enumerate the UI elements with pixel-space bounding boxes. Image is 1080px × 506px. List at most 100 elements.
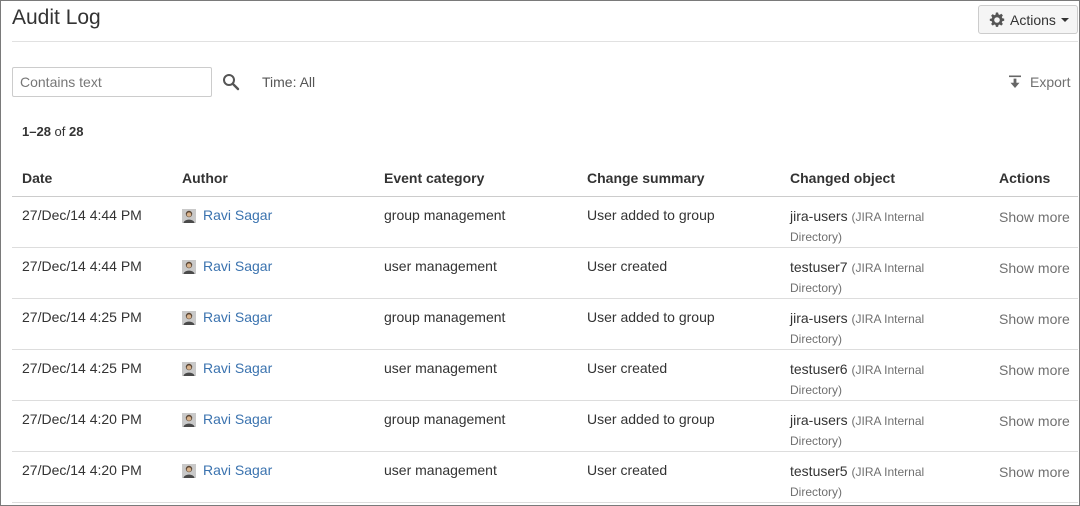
table-row: 27/Dec/14 4:44 PM Ravi Sagar user manage… [12,247,1078,299]
export-label: Export [1030,74,1071,90]
header-divider [12,41,1078,42]
changed-object-name: jira-users [790,310,848,326]
date-cell: 27/Dec/14 4:20 PM [12,400,172,452]
column-header-date[interactable]: Date [12,160,172,197]
author-link[interactable]: Ravi Sagar [203,258,272,274]
author-link[interactable]: Ravi Sagar [203,462,272,478]
changed-object-name: testuser7 [790,259,848,275]
changed-object-directory-cont: Directory) [790,434,843,448]
table-header-row: Date Author Event category Change summar… [12,160,1078,197]
date-cell: 27/Dec/14 4:44 PM [12,196,172,248]
gear-icon [989,12,1005,27]
changed-object-cell: testuser7 (JIRA Internal Directory) [780,247,989,299]
show-more-link[interactable]: Show more [999,464,1070,480]
avatar [182,311,196,325]
avatar [182,413,196,427]
date-cell: 27/Dec/14 4:20 PM [12,451,172,503]
changed-object-directory-cont: Directory) [790,281,843,295]
author-cell: Ravi Sagar [172,400,374,452]
export-button[interactable]: Export [1008,74,1070,90]
change-summary-cell: User added to group [577,400,780,452]
avatar [182,209,196,223]
changed-object-directory: (JIRA Internal [851,414,925,428]
change-summary-cell: User added to group [577,298,780,350]
column-header-event-category[interactable]: Event category [374,160,577,197]
results-range: 1–28 [22,124,51,139]
actions-cell: Show more [989,400,1078,452]
event-category-cell: user management [374,451,577,503]
author-link[interactable]: Ravi Sagar [203,207,272,223]
changed-object-directory-cont: Directory) [790,230,843,244]
results-of: of [54,124,66,139]
author-cell: Ravi Sagar [172,247,374,299]
event-category-cell: group management [374,400,577,452]
results-count: 1–28 of 28 [22,124,83,139]
time-filter[interactable]: Time: All [262,74,315,90]
event-category-cell: group management [374,196,577,248]
changed-object-directory-cont: Directory) [790,485,843,499]
actions-button[interactable]: Actions [978,5,1078,34]
table-row: 27/Dec/14 4:25 PM Ravi Sagar group manag… [12,298,1078,350]
changed-object-cell: testuser5 (JIRA Internal Directory) [780,451,989,503]
actions-cell: Show more [989,247,1078,299]
changed-object-cell: jira-users (JIRA Internal Directory) [780,298,989,350]
results-total: 28 [69,124,84,139]
column-header-changed-object[interactable]: Changed object [780,160,989,197]
page-title: Audit Log [12,6,101,29]
changed-object-name: testuser5 [790,463,848,479]
author-link[interactable]: Ravi Sagar [203,411,272,427]
column-header-change-summary[interactable]: Change summary [577,160,780,197]
changed-object-name: jira-users [790,208,848,224]
event-category-cell: group management [374,298,577,350]
change-summary-cell: User created [577,349,780,401]
search-input[interactable] [12,67,212,97]
changed-object-cell: testuser6 (JIRA Internal Directory) [780,349,989,401]
show-more-link[interactable]: Show more [999,209,1070,225]
change-summary-cell: User created [577,451,780,503]
changed-object-directory: (JIRA Internal [851,363,925,377]
table-row: 27/Dec/14 4:20 PM Ravi Sagar user manage… [12,451,1078,503]
event-category-cell: user management [374,349,577,401]
changed-object-cell: jira-users (JIRA Internal Directory) [780,400,989,452]
author-cell: Ravi Sagar [172,451,374,503]
changed-object-directory-cont: Directory) [790,332,843,346]
date-cell: 27/Dec/14 4:25 PM [12,349,172,401]
changed-object-directory-cont: Directory) [790,383,843,397]
event-category-cell: user management [374,247,577,299]
avatar [182,260,196,274]
date-cell: 27/Dec/14 4:25 PM [12,298,172,350]
author-cell: Ravi Sagar [172,298,374,350]
column-header-actions: Actions [989,160,1078,197]
author-link[interactable]: Ravi Sagar [203,360,272,376]
changed-object-directory: (JIRA Internal [851,312,925,326]
audit-log-table: Date Author Event category Change summar… [12,160,1078,503]
change-summary-cell: User added to group [577,196,780,248]
changed-object-name: jira-users [790,412,848,428]
actions-cell: Show more [989,298,1078,350]
actions-cell: Show more [989,451,1078,503]
actions-cell: Show more [989,349,1078,401]
date-cell: 27/Dec/14 4:44 PM [12,247,172,299]
chevron-down-icon [1060,17,1069,22]
author-link[interactable]: Ravi Sagar [203,309,272,325]
avatar [182,362,196,376]
actions-label: Actions [1010,11,1056,28]
author-cell: Ravi Sagar [172,196,374,248]
author-cell: Ravi Sagar [172,349,374,401]
export-icon [1009,75,1021,88]
change-summary-cell: User created [577,247,780,299]
changed-object-directory: (JIRA Internal [851,261,925,275]
changed-object-directory: (JIRA Internal [851,465,925,479]
show-more-link[interactable]: Show more [999,311,1070,327]
avatar [182,464,196,478]
table-row: 27/Dec/14 4:20 PM Ravi Sagar group manag… [12,400,1078,452]
table-row: 27/Dec/14 4:25 PM Ravi Sagar user manage… [12,349,1078,401]
actions-cell: Show more [989,196,1078,248]
show-more-link[interactable]: Show more [999,362,1070,378]
table-row: 27/Dec/14 4:44 PM Ravi Sagar group manag… [12,196,1078,248]
column-header-author[interactable]: Author [172,160,374,197]
changed-object-cell: jira-users (JIRA Internal Directory) [780,196,989,248]
show-more-link[interactable]: Show more [999,260,1070,276]
search-icon[interactable] [222,73,240,91]
show-more-link[interactable]: Show more [999,413,1070,429]
